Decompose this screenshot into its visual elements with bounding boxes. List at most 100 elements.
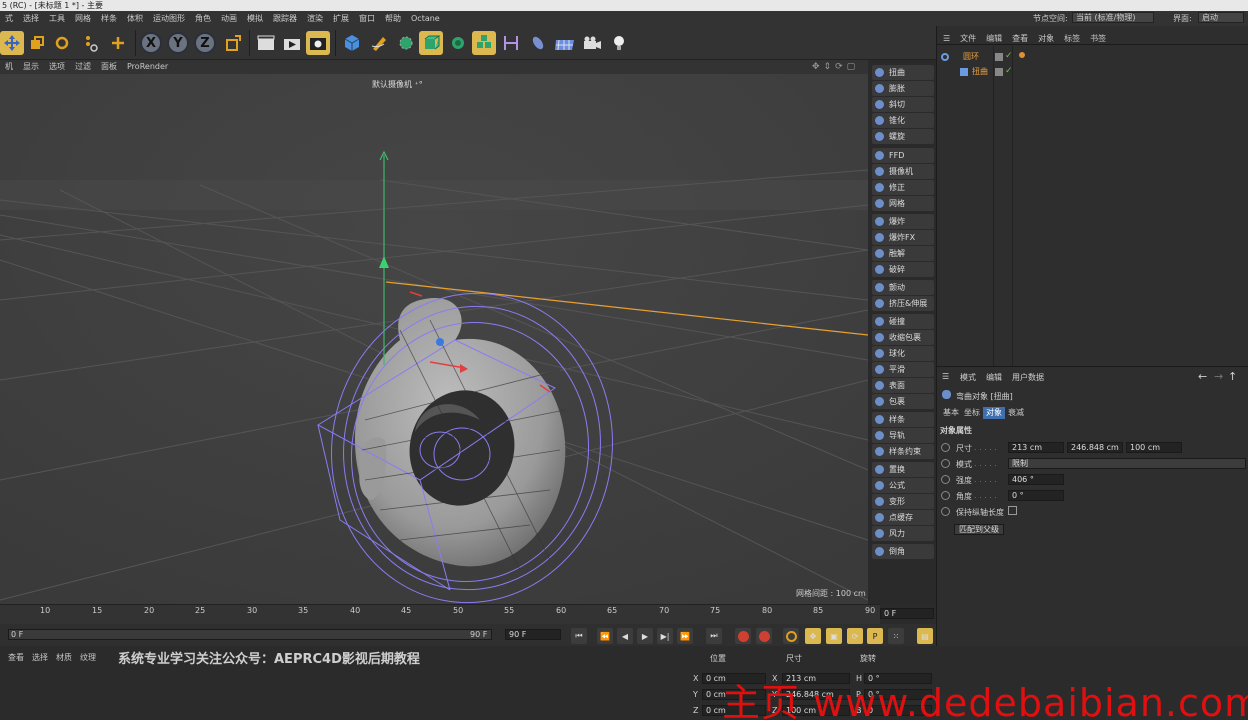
up-arrow-icon[interactable]: ↑	[1228, 370, 1237, 383]
deformer-formula[interactable]: 公式	[872, 478, 934, 493]
next-key-icon[interactable]: ⏩	[677, 628, 693, 644]
menu-item[interactable]: 网格	[70, 11, 96, 26]
tag-icon[interactable]	[1019, 52, 1025, 58]
deformer-shear[interactable]: 斜切	[872, 97, 934, 112]
mode-select[interactable]: 限制	[1008, 458, 1246, 469]
prev-frame-icon[interactable]: ◀	[617, 628, 633, 644]
timeline-window-icon[interactable]: ▤	[917, 628, 933, 644]
deformer-explosion[interactable]: 爆炸	[872, 214, 934, 229]
cloner-icon[interactable]	[446, 31, 470, 55]
deformer-shrink-wrap[interactable]: 收缩包裹	[872, 330, 934, 345]
key-parameter-icon[interactable]: P	[867, 628, 883, 644]
hamburger-icon[interactable]: ☰	[942, 372, 949, 381]
menu-item[interactable]: 式	[0, 11, 18, 26]
fit-to-parent-button[interactable]: 匹配到父级	[954, 524, 1004, 535]
key-position-icon[interactable]: ✥	[805, 628, 821, 644]
keep-length-checkbox[interactable]	[1008, 506, 1017, 515]
timeline-ruler[interactable]	[0, 604, 880, 624]
deformer-correction[interactable]: 修正	[872, 180, 934, 195]
om-menu-item[interactable]: 编辑	[981, 33, 1007, 45]
end-frame-field[interactable]: 90 F	[505, 629, 561, 640]
deformer-spline[interactable]: 样条	[872, 412, 934, 427]
goto-end-icon[interactable]: ⏭	[706, 628, 722, 644]
viewport-menu-item[interactable]: 过滤	[70, 60, 96, 74]
om-menu-item[interactable]: 标签	[1059, 33, 1085, 45]
deformer-jiggle[interactable]: 颤动	[872, 280, 934, 295]
mat-menu-item[interactable]: 材质	[52, 652, 76, 663]
3d-viewport[interactable]	[0, 74, 868, 604]
floor-environment-icon[interactable]	[526, 31, 550, 55]
deformer-mesh[interactable]: 网格	[872, 196, 934, 211]
subdivision-surface-icon[interactable]	[394, 31, 418, 55]
angle-field[interactable]: 0 °	[1008, 490, 1064, 501]
deformer-spherify[interactable]: 球化	[872, 346, 934, 361]
deformer-taper[interactable]: 锥化	[872, 113, 934, 128]
prev-key-icon[interactable]: ⏪	[597, 628, 613, 644]
viewport-menu-item[interactable]: 显示	[18, 60, 44, 74]
deformer-camera[interactable]: 摄像机	[872, 164, 934, 179]
deformer-morph[interactable]: 变形	[872, 494, 934, 509]
viewport-menu-item[interactable]: 机	[0, 60, 18, 74]
menu-item[interactable]: 窗口	[354, 11, 380, 26]
deformer-spline-wrap[interactable]: 样条约束	[872, 444, 934, 459]
floor-grid-icon[interactable]	[553, 31, 577, 55]
object-row-torus[interactable]: 圆环	[941, 51, 1003, 63]
om-menu-item[interactable]: 对象	[1033, 33, 1059, 45]
current-frame-field[interactable]: 0 F	[880, 608, 934, 619]
visibility-toggle[interactable]	[995, 68, 1003, 76]
keyframe-selection-icon[interactable]	[783, 628, 799, 644]
mograph-cloner-icon[interactable]	[472, 31, 496, 55]
mat-menu-item[interactable]: 选择	[28, 652, 52, 663]
coordinate-system-icon[interactable]	[221, 31, 245, 55]
menu-item[interactable]: 运动图形	[148, 11, 190, 26]
camera-icon[interactable]	[580, 31, 604, 55]
mat-menu-item[interactable]: 查看	[4, 652, 28, 663]
key-pla-icon[interactable]: ⁙	[888, 628, 904, 644]
tab-coord[interactable]: 坐标	[961, 407, 983, 419]
deformer-twist[interactable]: 扭曲	[872, 65, 934, 80]
deformer-point-cache[interactable]: 点缓存	[872, 510, 934, 525]
cube-primitive-icon[interactable]	[340, 31, 364, 55]
om-menu-item[interactable]: 书签	[1085, 33, 1111, 45]
viewport-menu-item[interactable]: 面板	[96, 60, 122, 74]
anim-key-radio[interactable]	[941, 443, 950, 452]
goto-start-icon[interactable]: ⏮	[571, 628, 587, 644]
deformer-wrap[interactable]: 包裹	[872, 394, 934, 409]
render-view-icon[interactable]	[254, 31, 278, 55]
deformer-collision[interactable]: 碰撞	[872, 314, 934, 329]
om-menu-item[interactable]: 查看	[1007, 33, 1033, 45]
viewport-nav-icons[interactable]: ✥⇕⟳▢	[812, 60, 859, 74]
visibility-toggle[interactable]	[995, 53, 1003, 61]
menu-item[interactable]: Octane	[406, 11, 445, 26]
viewport-menu-item[interactable]: ProRender	[122, 60, 173, 74]
menu-item[interactable]: 跟踪器	[268, 11, 302, 26]
deformer-bulge[interactable]: 膨胀	[872, 81, 934, 96]
menu-item[interactable]: 工具	[44, 11, 70, 26]
menu-item[interactable]: 动画	[216, 11, 242, 26]
tab-basic[interactable]: 基本	[940, 407, 962, 419]
anim-key-radio[interactable]	[941, 459, 950, 468]
add-object-icon[interactable]	[106, 31, 130, 55]
x-axis-toggle[interactable]: X	[140, 32, 162, 54]
live-select-icon[interactable]	[79, 31, 103, 55]
key-scale-icon[interactable]: ▣	[826, 628, 842, 644]
tab-falloff[interactable]: 衰减	[1005, 407, 1027, 419]
pen-spline-icon[interactable]	[367, 31, 391, 55]
extrude-generator-icon[interactable]	[419, 31, 443, 55]
back-arrow-icon[interactable]: ←	[1198, 370, 1207, 383]
render-settings-icon[interactable]	[306, 31, 330, 55]
scale-tool-icon[interactable]	[25, 31, 49, 55]
tab-object[interactable]: 对象	[983, 407, 1005, 419]
size-y-field[interactable]: 246.848 cm	[1067, 442, 1123, 453]
menu-item[interactable]: 扩展	[328, 11, 354, 26]
deformer-shatter[interactable]: 破碎	[872, 262, 934, 277]
object-row-twist[interactable]: 扭曲	[960, 66, 1000, 78]
deformer-surface[interactable]: 表面	[872, 378, 934, 393]
viewport-menu-item[interactable]: 选项	[44, 60, 70, 74]
enabled-check-icon[interactable]: ✓	[1005, 66, 1013, 76]
deformer-rail[interactable]: 导轨	[872, 428, 934, 443]
light-icon[interactable]	[607, 31, 631, 55]
am-menu-item[interactable]: 模式	[960, 372, 976, 383]
menu-item[interactable]: 渲染	[302, 11, 328, 26]
z-axis-toggle[interactable]: Z	[194, 32, 216, 54]
